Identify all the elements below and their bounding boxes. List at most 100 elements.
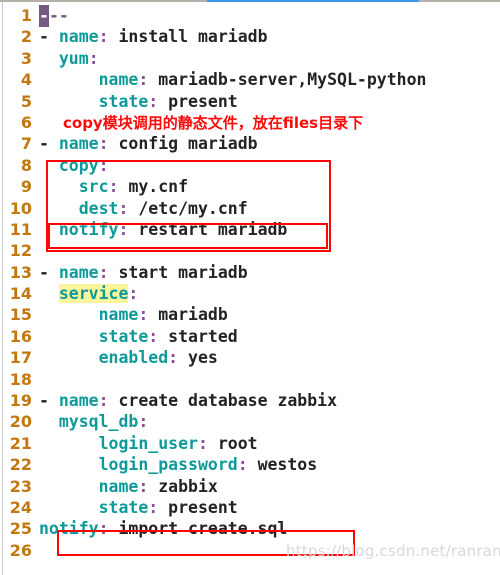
yaml-value[interactable]: present [168,92,238,111]
yaml-key[interactable]: name [59,134,99,153]
yaml-key[interactable]: dest [79,199,119,218]
yaml-value[interactable]: restart mariadb [138,220,287,239]
yaml-key[interactable]: name [99,70,139,89]
code-line[interactable]: 19 - name: create database zabbix [0,390,500,411]
line-content[interactable]: notify: restart mariadb [39,219,288,240]
yaml-colon: : [118,198,129,218]
line-content[interactable]: name: mariadb-server,MySQL-python [39,69,427,90]
yaml-value[interactable]: my.cnf [128,177,188,196]
yaml-key[interactable]: state [99,498,149,517]
watermark: https://blog.csdn.net/ranrancc_ [286,542,500,560]
yaml-key[interactable]: name [99,305,139,324]
line-content[interactable]: notify: import create.sql [39,518,287,539]
yaml-key[interactable]: yum [59,49,89,68]
line-content[interactable]: state: started [39,326,238,347]
yaml-value[interactable]: /etc/my.cnf [138,199,247,218]
line-content[interactable]: src: my.cnf [39,176,188,197]
yaml-key[interactable]: state [99,92,149,111]
yaml-key[interactable]: name [59,27,99,46]
line-number: 19 [9,391,32,411]
code-line[interactable]: 6 copy模块调用的静态文件，放在files目录下 [0,112,500,133]
line-content[interactable]: copy: [39,155,109,176]
code-line[interactable]: 11 notify: restart mariadb [0,219,500,240]
line-content[interactable]: - name: start mariadb [39,262,248,283]
yaml-key[interactable]: state [99,327,149,346]
line-content[interactable]: name: mariadb [39,304,228,325]
line-content[interactable]: state: present [39,497,238,518]
code-line[interactable]: 3 yum: [0,48,500,69]
yaml-value[interactable]: mariadb [158,305,228,324]
code-line[interactable]: 14 service: [0,283,500,304]
code-line[interactable]: 10 dest: /etc/my.cnf [0,198,500,219]
code-line[interactable]: 20 mysql_db: [0,411,500,432]
code-line[interactable]: 24 state: present [0,497,500,518]
line-content[interactable]: state: present [39,91,238,112]
line-content[interactable]: dest: /etc/my.cnf [39,198,248,219]
line-number: 12 [9,241,32,261]
line-content[interactable]: login_password: westos [39,454,318,475]
yaml-colon: : [98,391,109,411]
yaml-key[interactable]: mysql_db [59,412,138,431]
yaml-key[interactable]: src [79,177,109,196]
yaml-colon: : [138,476,149,496]
code-line[interactable]: 5 state: present [0,91,500,112]
code-line[interactable]: 25 notify: import create.sql [0,518,500,539]
yaml-key[interactable]: service [58,284,129,304]
yaml-value[interactable]: westos [258,455,318,474]
code-line[interactable]: 13- name: start mariadb [0,262,500,283]
yaml-key[interactable]: copy [59,156,99,175]
yaml-value[interactable]: create database zabbix [119,391,338,410]
yaml-value[interactable]: config mariadb [119,134,258,153]
yaml-key[interactable]: name [59,263,99,282]
code-line[interactable]: 21 login_user: root [0,433,500,454]
yaml-colon: : [108,177,119,197]
line-content[interactable]: login_user: root [39,433,258,454]
yaml-key[interactable]: login_password [99,455,238,474]
line-content[interactable]: - name: create database zabbix [39,390,337,411]
code-line[interactable]: 16 state: started [0,326,500,347]
line-content[interactable]: yum: [39,48,99,69]
code-line[interactable]: 7- name: config mariadb [0,133,500,154]
yaml-key[interactable]: notify [39,519,99,538]
code-line[interactable]: 15 name: mariadb [0,304,500,325]
line-content[interactable]: copy模块调用的静态文件，放在files目录下 [63,112,363,134]
code-line[interactable]: 12 [0,240,500,261]
code-line[interactable]: 8 copy: [0,155,500,176]
code-line[interactable]: 17 enabled: yes [0,347,500,368]
code-line[interactable]: 4 name: mariadb-server,MySQL-python [0,69,500,90]
code-line[interactable]: 18 [0,369,500,390]
code-editor[interactable]: 1 --- 2- name: install mariadb 3 yum: 4 name… [0,2,500,575]
line-content[interactable]: service: [39,283,138,304]
yaml-value[interactable]: present [168,498,238,517]
code-line[interactable]: 2- name: install mariadb [0,26,500,47]
code-lines[interactable]: 1 --- 2- name: install mariadb 3 yum: 4 name… [0,5,500,561]
code-line[interactable]: 9 src: my.cnf [0,176,500,197]
yaml-colon: : [98,155,109,175]
line-content[interactable]: mysql_db: [39,411,148,432]
text-cursor: - [39,5,49,27]
yaml-value[interactable]: started [168,327,238,346]
yaml-value[interactable]: root [218,434,258,453]
yaml-value[interactable]: import create.sql [118,519,287,538]
code-line[interactable]: 1 --- [0,5,500,27]
line-content[interactable]: - name: config mariadb [39,133,258,154]
line-content[interactable]: enabled: yes [39,347,218,368]
line-content[interactable]: --- [39,5,69,27]
yaml-value[interactable]: install mariadb [119,27,268,46]
yaml-value[interactable]: start mariadb [119,263,248,282]
yaml-key[interactable]: notify [59,220,119,239]
yaml-key[interactable]: name [59,391,99,410]
line-number: 24 [9,497,32,517]
yaml-value[interactable]: mariadb-server,MySQL-python [158,70,426,89]
yaml-key[interactable]: name [99,477,139,496]
yaml-value[interactable]: yes [188,348,218,367]
code-line[interactable]: 22 login_password: westos [0,454,500,475]
line-content[interactable]: - name: install mariadb [39,26,268,47]
code-line[interactable]: 23 name: zabbix [0,476,500,497]
yaml-key[interactable]: login_user [99,434,198,453]
yaml-key[interactable]: enabled [99,348,169,367]
yaml-value[interactable]: zabbix [158,477,218,496]
line-content[interactable]: name: zabbix [39,476,218,497]
